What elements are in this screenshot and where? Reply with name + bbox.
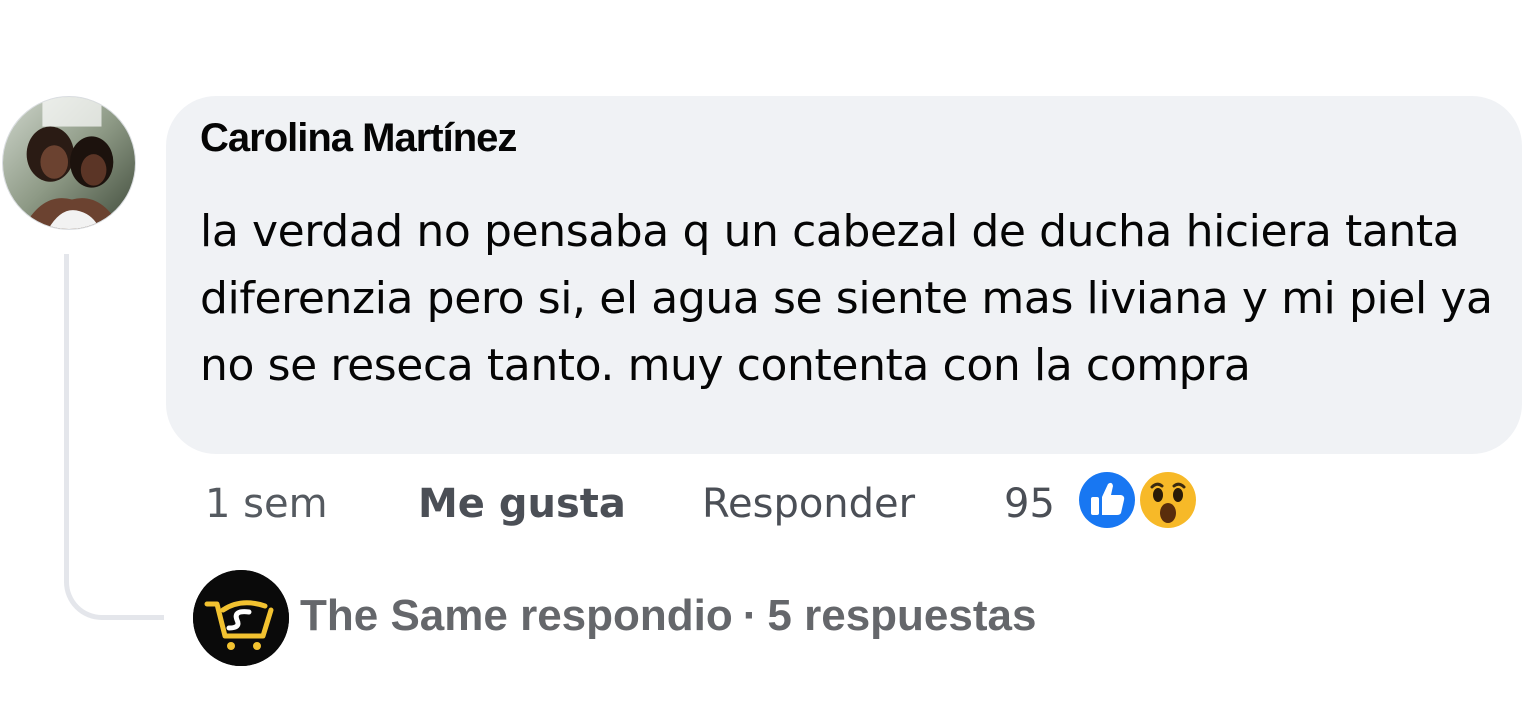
- like-icon[interactable]: [1074, 467, 1140, 533]
- comment-timestamp[interactable]: 1 sem: [205, 476, 328, 532]
- like-button[interactable]: Me gusta: [418, 476, 626, 532]
- separator-dot: ·: [742, 591, 758, 640]
- reply-button[interactable]: Responder: [702, 476, 915, 532]
- the-same-avatar[interactable]: [193, 570, 289, 666]
- comment-text: la verdad no pensaba q un cabezal de duc…: [200, 206, 1493, 391]
- commenter-avatar[interactable]: [2, 96, 136, 230]
- replies-summary[interactable]: The Same respondio · 5 respuestas: [300, 591, 1036, 641]
- comment-author-name[interactable]: Carolina Martínez: [200, 116, 517, 161]
- reaction-count[interactable]: 95: [1004, 476, 1055, 532]
- thread-connector-line: [64, 254, 164, 620]
- replier-name: The Same respondio: [300, 591, 733, 640]
- commenter-photo: [3, 97, 135, 229]
- shopping-cart-logo-icon: [193, 570, 289, 666]
- replies-count-link[interactable]: 5 respuestas: [767, 591, 1036, 640]
- wow-icon[interactable]: [1135, 467, 1201, 533]
